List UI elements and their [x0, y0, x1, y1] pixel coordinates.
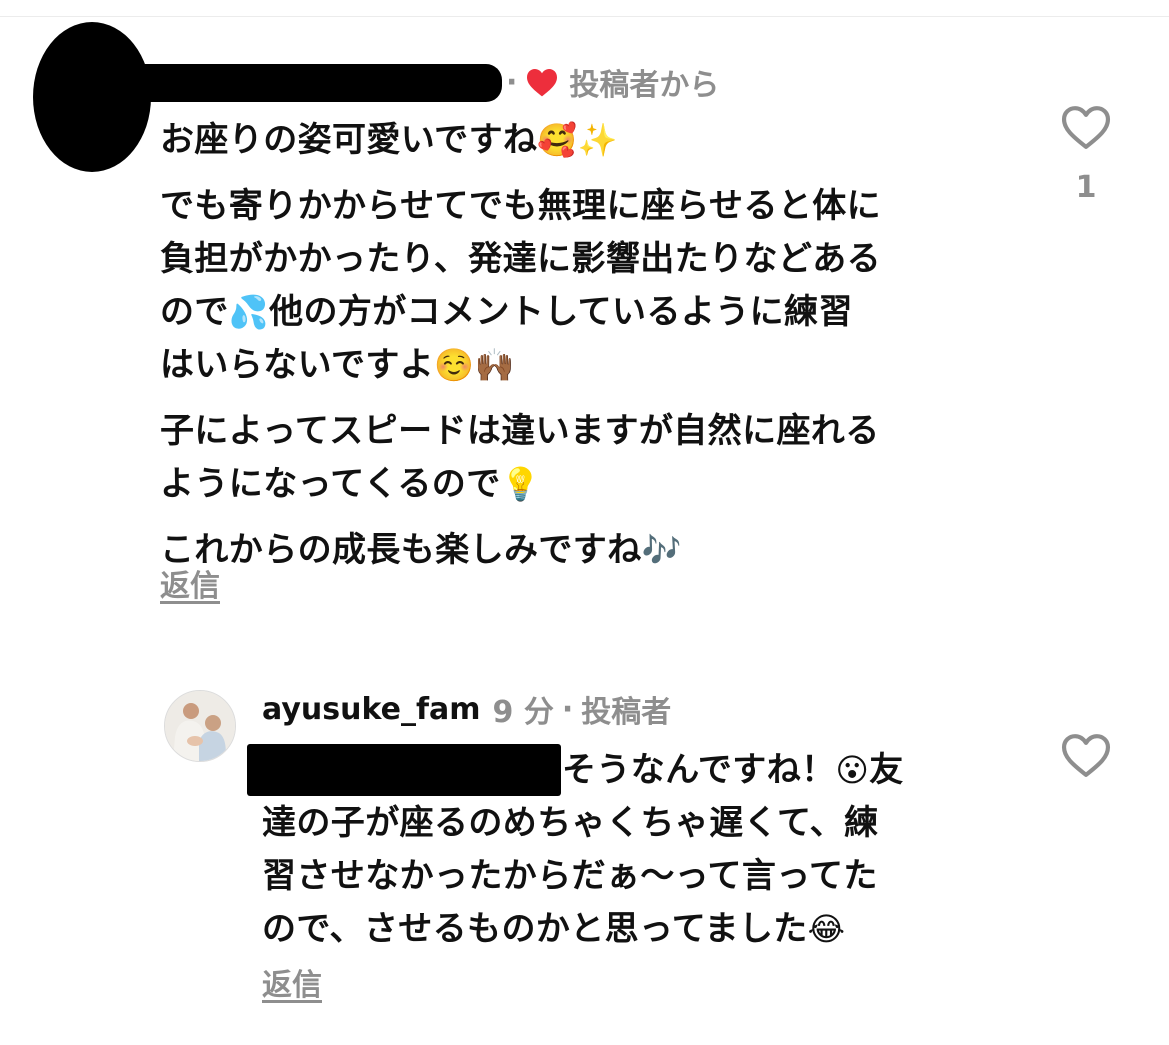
- comment-line: はいらないですよ☺️🙌🏾: [160, 345, 515, 385]
- comment-line: お座りの姿可愛いですね🥰✨: [160, 120, 618, 160]
- profile-photo: [165, 691, 235, 761]
- username-link[interactable]: ayusuke_fam: [262, 692, 481, 727]
- musical-notes-emoji: 🎶: [641, 531, 682, 569]
- comment-meta: ayusuke_fam 9 分 · 投稿者: [262, 688, 672, 731]
- comment-line: 負担がかかったり、発達に影響出たりなどある: [160, 239, 882, 279]
- heart-outline-icon[interactable]: [1060, 732, 1112, 778]
- redacted-username[interactable]: [110, 64, 502, 102]
- like-column: [1058, 732, 1114, 778]
- comment-line: これからの成長も楽しみですね🎶: [160, 530, 682, 570]
- comment-line: 子によってスピードは違いますが自然に座れる: [160, 411, 880, 451]
- like-column: 1: [1058, 104, 1114, 205]
- comment-line: ので💦他の方がコメントしているように練習: [160, 292, 853, 332]
- laughing-emoji: 😂: [807, 910, 846, 948]
- smiling-hearts-emoji: 🥰: [537, 121, 578, 159]
- heart-filled-icon: [527, 69, 558, 97]
- smiling-emoji: ☺️: [434, 346, 475, 384]
- timestamp: 9 分: [492, 695, 554, 730]
- raised-hands-emoji: 🙌🏾: [474, 346, 515, 384]
- comment-line: でも寄りかからせてでも無理に座らせると体に: [160, 186, 882, 226]
- comment-line: 習させなかったからだぁ〜って言ってた: [262, 856, 878, 896]
- divider: [0, 16, 1169, 17]
- comment-line: ので、させるものかと思ってました😂: [262, 909, 846, 949]
- comment-line: ようになってくるので💡: [160, 464, 541, 504]
- reply-text: そうなんですね！😮友 達の子が座るのめちゃくちゃ遅くて、練 習させなかったからだ…: [262, 744, 982, 956]
- surprised-emoji: 😮: [835, 751, 870, 789]
- comment-line: 達の子が座るのめちゃくちゃ遅くて、練: [262, 803, 879, 843]
- sparkles-emoji: ✨: [577, 121, 618, 159]
- light-bulb-emoji: 💡: [500, 465, 541, 503]
- like-count[interactable]: 1: [1076, 170, 1097, 205]
- comment-line: そうなんですね！😮友: [562, 750, 904, 790]
- author-badge: 投稿者: [581, 695, 672, 730]
- reply-button[interactable]: 返信: [262, 960, 322, 1004]
- comment-meta: · 投稿者から: [506, 62, 720, 104]
- sweat-droplets-emoji: 💦: [228, 293, 270, 331]
- comment-text: お座りの姿可愛いですね🥰✨ でも寄りかからせてでも無理に座らせると体に 負担がか…: [160, 114, 1020, 577]
- liked-by-author-label: 投稿者から: [569, 68, 720, 103]
- meta-separator: ·: [561, 691, 574, 727]
- meta-separator: ·: [506, 64, 518, 100]
- avatar[interactable]: [164, 690, 236, 762]
- heart-outline-icon[interactable]: [1060, 104, 1112, 150]
- reply-button[interactable]: 返信: [160, 561, 220, 605]
